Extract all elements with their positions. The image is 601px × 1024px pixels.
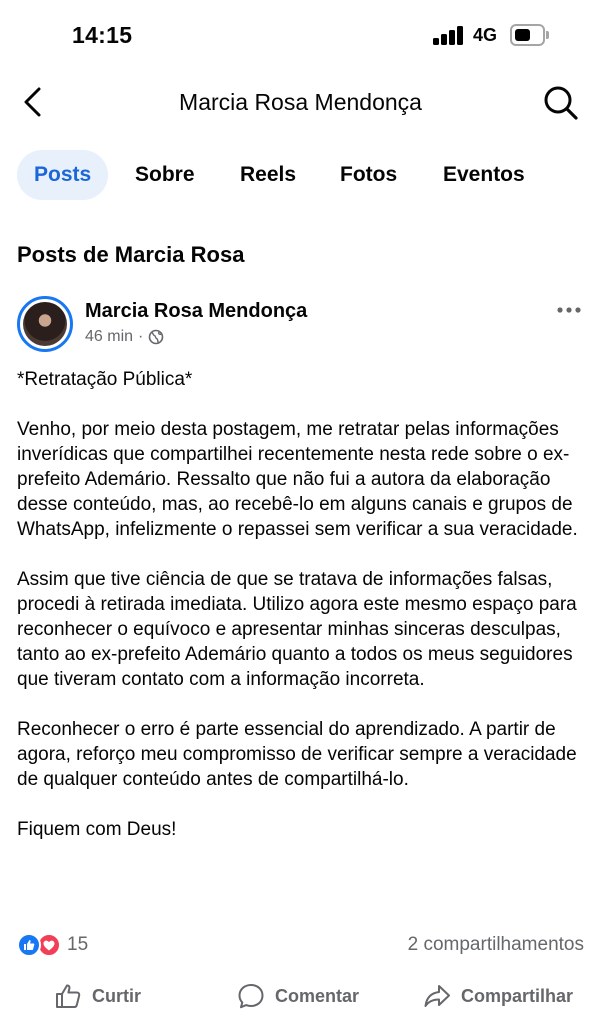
post-paragraph: Assim que tive ciência de que se tratava…	[17, 569, 577, 690]
tab-posts[interactable]: Posts	[17, 150, 109, 200]
post-meta: 46 min ·	[85, 328, 164, 346]
like-button[interactable]: Curtir	[54, 976, 141, 1016]
post-paragraph: Fiquem com Deus!	[17, 819, 177, 840]
post-text: *Retratação Pública* Venho, por meio des…	[17, 367, 587, 867]
post-paragraph: Venho, por meio desta postagem, me retra…	[17, 419, 578, 540]
profile-tabs: Posts Sobre Reels Fotos Eventos	[17, 150, 587, 200]
share-arrow-icon	[424, 985, 450, 1007]
tab-sobre[interactable]: Sobre	[135, 150, 195, 200]
search-icon[interactable]	[542, 84, 580, 122]
comment-button[interactable]: Comentar	[237, 976, 359, 1016]
signal-icon	[433, 25, 465, 45]
share-button[interactable]: Compartilhar	[423, 976, 573, 1016]
post-action-bar: Curtir Comentar Compartilhar	[0, 976, 601, 1016]
post-paragraph: Reconhecer o erro é parte essencial do a…	[17, 719, 577, 790]
avatar[interactable]	[17, 296, 73, 352]
comment-bubble-icon	[238, 984, 264, 1009]
nav-bar: Marcia Rosa Mendonça	[0, 70, 601, 136]
share-label: Compartilhar	[461, 985, 574, 1006]
comment-label: Comentar	[275, 985, 360, 1006]
status-time: 14:15	[72, 22, 133, 48]
post-time[interactable]: 46 min	[85, 328, 133, 346]
tab-fotos[interactable]: Fotos	[340, 150, 397, 200]
globe-icon	[149, 329, 164, 345]
status-bar: 14:15 4G	[0, 0, 601, 70]
reaction-count: 15	[67, 934, 89, 955]
post-paragraph: *Retratação Pública*	[17, 369, 193, 390]
tab-eventos[interactable]: Eventos	[443, 150, 525, 200]
post-author[interactable]: Marcia Rosa Mendonça	[85, 300, 307, 323]
section-title: Posts de Marcia Rosa	[17, 242, 245, 267]
meta-separator: ·	[138, 328, 144, 345]
shares-count[interactable]: 2 compartilhamentos	[408, 934, 584, 956]
thumbs-up-icon	[56, 984, 81, 1008]
reactions-summary[interactable]: 15	[17, 932, 88, 958]
battery-icon	[510, 24, 550, 46]
network-label: 4G	[473, 25, 498, 45]
like-label: Curtir	[92, 985, 141, 1006]
tab-reels[interactable]: Reels	[240, 150, 296, 200]
more-options-icon[interactable]	[556, 300, 582, 320]
like-reaction-icon	[17, 933, 41, 957]
page-title: Marcia Rosa Mendonça	[179, 89, 422, 115]
